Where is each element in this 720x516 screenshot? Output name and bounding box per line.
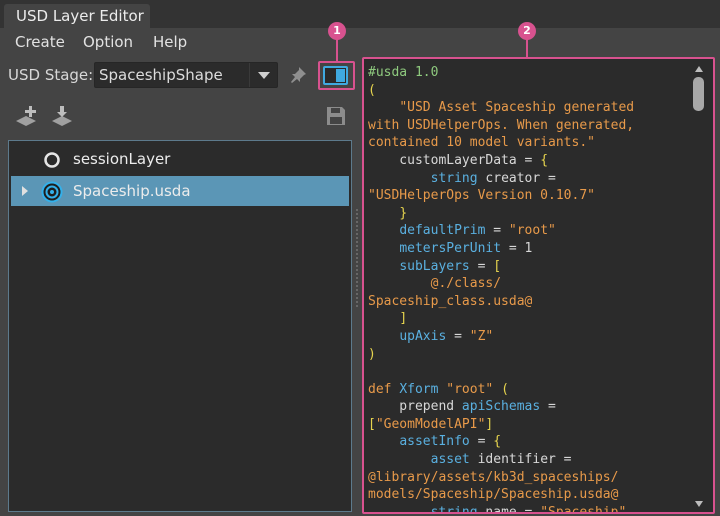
save-layer-button[interactable]	[324, 104, 348, 128]
layer-row-spaceship[interactable]: Spaceship.usda	[11, 176, 349, 206]
callout-1-line	[336, 38, 338, 61]
pin-stage-button[interactable]	[287, 64, 309, 86]
tab-bar: USD Layer Editor	[0, 0, 720, 28]
panel-toggle-icon	[336, 69, 345, 82]
add-layer-icon	[16, 106, 36, 126]
save-icon	[327, 107, 345, 125]
load-layer-button[interactable]	[50, 104, 74, 128]
expand-arrow-icon[interactable]	[20, 185, 30, 197]
code-scrollbar[interactable]	[692, 61, 706, 510]
session-layer-icon	[44, 152, 60, 168]
callout-2-line	[526, 38, 528, 57]
menu-help[interactable]: Help	[153, 30, 187, 54]
layer-name: Spaceship.usda	[73, 182, 191, 200]
callout-1-badge: 1	[328, 22, 346, 40]
layer-row-session[interactable]: sessionLayer	[11, 144, 349, 174]
scroll-down-icon[interactable]	[692, 498, 706, 510]
menu-create[interactable]: Create	[15, 30, 65, 54]
panel-splitter-handle[interactable]	[355, 208, 359, 308]
layer-tree[interactable]: sessionLayer Spaceship.usda	[8, 140, 352, 512]
stage-dropdown-value: SpaceshipShape	[99, 66, 223, 84]
scrollbar-thumb[interactable]	[693, 77, 704, 111]
scroll-up-icon[interactable]	[692, 63, 706, 75]
add-layer-button[interactable]	[14, 104, 38, 128]
layer-name: sessionLayer	[73, 150, 171, 168]
tab-usd-layer-editor[interactable]: USD Layer Editor	[4, 4, 150, 28]
pin-icon	[291, 67, 306, 83]
toggle-editor-panel-button[interactable]	[323, 66, 348, 85]
callout-2-badge: 2	[518, 22, 536, 40]
stage-label: USD Stage:	[8, 66, 94, 84]
chevron-down-icon[interactable]	[249, 63, 277, 87]
root-layer-icon	[41, 181, 63, 203]
menu-option[interactable]: Option	[83, 30, 133, 54]
load-layer-icon	[52, 106, 72, 126]
callout-2-highlight	[362, 57, 715, 514]
stage-dropdown[interactable]: SpaceshipShape	[94, 62, 278, 88]
